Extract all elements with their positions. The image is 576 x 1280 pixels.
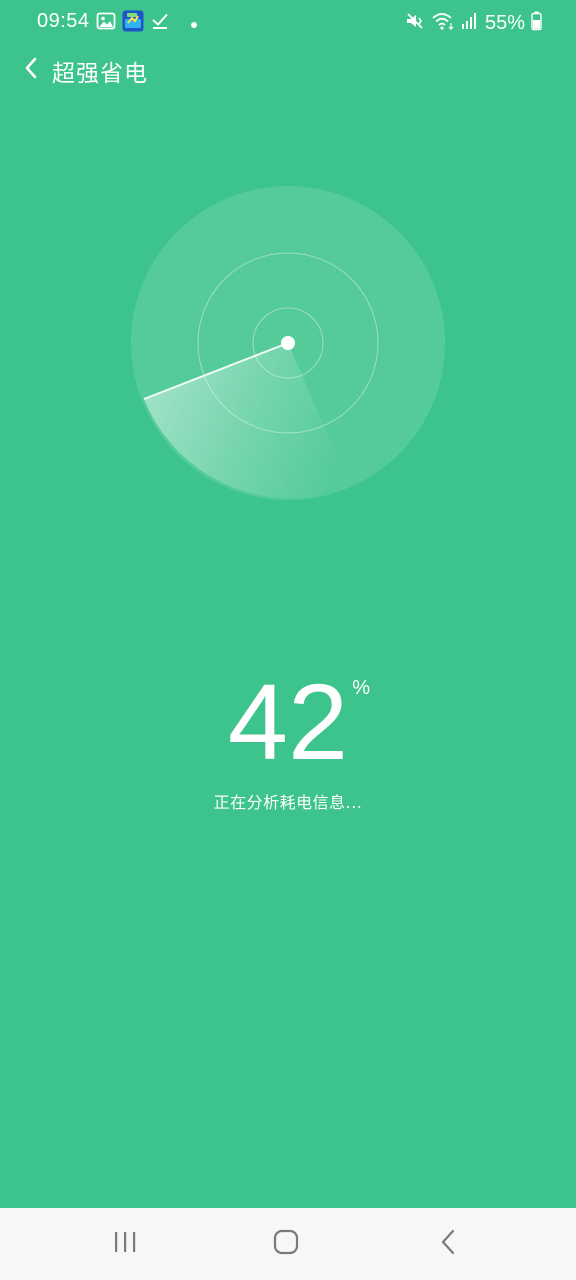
progress-value: 42 %	[227, 661, 370, 782]
home-button[interactable]	[262, 1226, 310, 1262]
system-back-button[interactable]	[424, 1226, 472, 1262]
back-icon	[439, 1228, 457, 1260]
vibrate-mute-icon	[405, 11, 425, 35]
analysis-status-text: 正在分析耗电信息...	[213, 793, 363, 812]
navigation-bar	[0, 1208, 576, 1280]
dot-icon	[190, 14, 198, 33]
progress-readout: 42 %	[0, 662, 576, 782]
back-button[interactable]	[14, 52, 48, 88]
wifi-icon	[431, 11, 455, 35]
app-notification-icon	[122, 10, 144, 36]
battery-percent: 55%	[484, 11, 525, 34]
system-icons: 55%	[405, 11, 542, 35]
gallery-icon	[96, 11, 116, 35]
notification-icons	[96, 10, 198, 36]
recent-apps-icon	[112, 1230, 138, 1258]
battery-icon	[531, 11, 542, 35]
progress-number: 42	[227, 661, 349, 782]
home-icon	[273, 1229, 299, 1259]
download-done-icon	[150, 11, 170, 35]
page-title: 超强省电	[52, 61, 148, 87]
app-bar: 超强省电	[0, 48, 576, 92]
recent-apps-button[interactable]	[101, 1226, 149, 1262]
radar-scanner	[130, 186, 446, 502]
radar-center-dot	[281, 336, 295, 350]
signal-icon	[461, 12, 477, 34]
status-bar: 09:54 55%	[0, 0, 576, 46]
chevron-left-icon	[23, 56, 39, 84]
status-time: 09:54	[37, 10, 90, 32]
percent-sign: %	[352, 677, 371, 699]
